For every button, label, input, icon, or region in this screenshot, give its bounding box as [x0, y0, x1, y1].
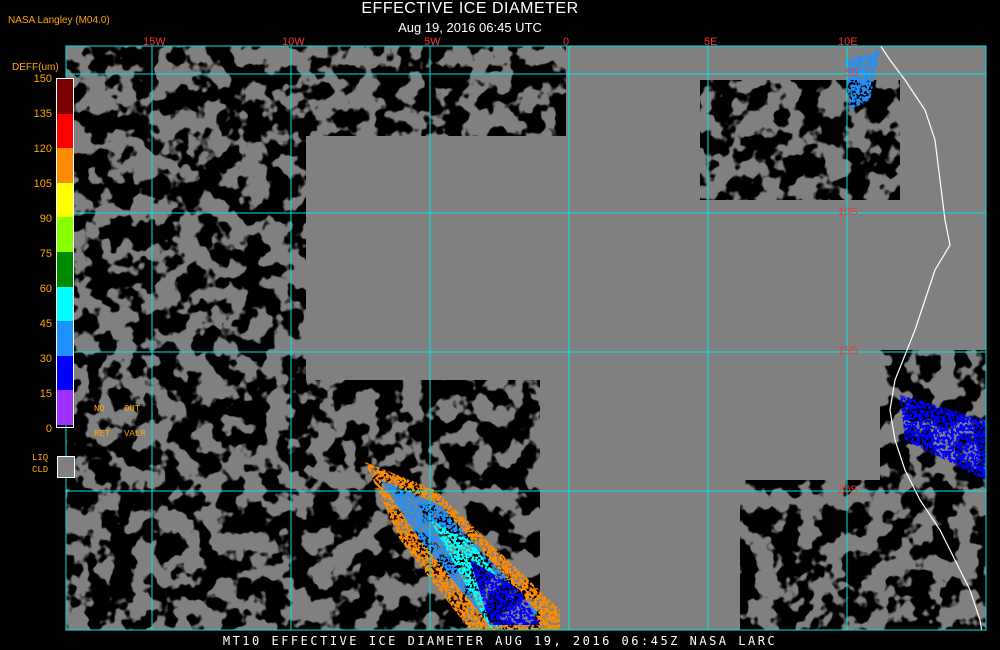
lon-label-0: 0 [563, 36, 570, 48]
colorbar-tick: 0 [45, 423, 52, 435]
colorbar-tick: 15 [39, 388, 52, 400]
colorbar-tick: 90 [39, 213, 52, 225]
lon-label-10e: 10E [838, 36, 858, 48]
satellite-map [65, 45, 987, 631]
map-title: EFFECTIVE ICE DIAMETER [361, 0, 579, 17]
colorbar-tick: 105 [33, 178, 52, 190]
colorbar-tick: 135 [33, 108, 52, 120]
map-subtitle: Aug 19, 2016 06:45 UTC [398, 20, 542, 35]
colorbar-tick: 75 [39, 248, 52, 260]
lon-label-5e: 5E [704, 36, 718, 48]
lat-label-20s: 20S [838, 484, 858, 496]
colorbar-tick: 120 [33, 143, 52, 155]
colorbar-frame [56, 78, 74, 428]
lat-label-10s: 10S [838, 206, 858, 218]
colorbar-tick: 30 [39, 353, 52, 365]
lat-label-15s: 15S [838, 345, 858, 357]
colorbar-unit-label: DEFF(um) [12, 62, 59, 73]
lon-label-10w: 10W [282, 36, 305, 48]
colorbar-tick: 150 [33, 73, 52, 85]
legend-liq: LIQ [32, 453, 49, 463]
legend-ret: RET [94, 429, 111, 439]
liquid-cloud-swatch [57, 456, 75, 478]
lon-label-15w: 15W [143, 36, 166, 48]
lon-label-5w: 5W [424, 36, 441, 48]
legend-cld: CLD [32, 465, 49, 475]
colorbar-tick: 45 [39, 318, 52, 330]
footer-caption: MT10 EFFECTIVE ICE DIAMETER AUG 19, 2016… [222, 634, 778, 648]
legend-valr: VALR [124, 429, 146, 439]
colorbar-tick: 60 [39, 283, 52, 295]
legend-out: OUT [124, 404, 141, 414]
lat-label-5s: 5S [845, 67, 859, 79]
legend-no: NO [94, 404, 105, 414]
